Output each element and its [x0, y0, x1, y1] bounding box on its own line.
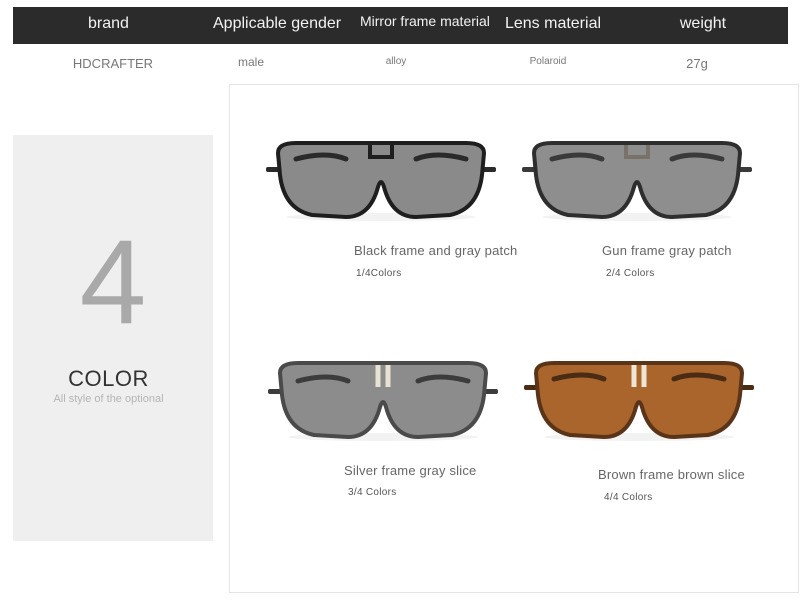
- color-subtitle: All style of the optional: [53, 393, 164, 405]
- sunglasses-image: [522, 141, 752, 221]
- product-color-count: 4/4 Colors: [604, 492, 653, 503]
- color-title: COLOR: [68, 366, 149, 391]
- spec-header-weight: weight: [679, 15, 727, 32]
- spec-value-lens-material: Polaroid: [529, 56, 567, 67]
- product-name: Brown frame brown slice: [598, 467, 745, 482]
- product-color-count: 2/4 Colors: [606, 268, 655, 279]
- color-count-panel: 4 COLOR All style of the optional: [13, 135, 213, 541]
- spec-header-gender: Applicable gender: [213, 15, 342, 32]
- sunglasses-image: [524, 361, 754, 441]
- product-name: Gun frame gray patch: [602, 243, 732, 258]
- product-color-count: 1/4Colors: [356, 268, 402, 279]
- spec-value-gender: male: [237, 55, 264, 69]
- spec-values-row: HDCRAFTER male alloy Polaroid 27g: [13, 52, 788, 76]
- color-count-number: 4: [79, 215, 147, 349]
- spec-value-frame-material: alloy: [385, 56, 407, 67]
- lens-shape: [277, 361, 489, 440]
- sunglasses-image: [266, 141, 496, 221]
- spec-header-brand: brand: [88, 15, 129, 32]
- sunglasses-image: [268, 361, 498, 441]
- spec-header-frame-material: Mirror frame material: [360, 13, 490, 29]
- spec-value-weight: 27g: [686, 56, 708, 71]
- product-name: Black frame and gray patch: [354, 243, 518, 258]
- spec-header-bar: brand Applicable gender Mirror frame mat…: [13, 7, 788, 44]
- spec-header-lens-material: Lens material: [504, 15, 602, 32]
- color-gallery: Black frame and gray patch 1/4Colors Gun…: [229, 84, 799, 593]
- spec-value-brand: HDCRAFTER: [72, 56, 154, 71]
- product-color-count: 3/4 Colors: [348, 487, 397, 498]
- product-name: Silver frame gray slice: [344, 463, 477, 478]
